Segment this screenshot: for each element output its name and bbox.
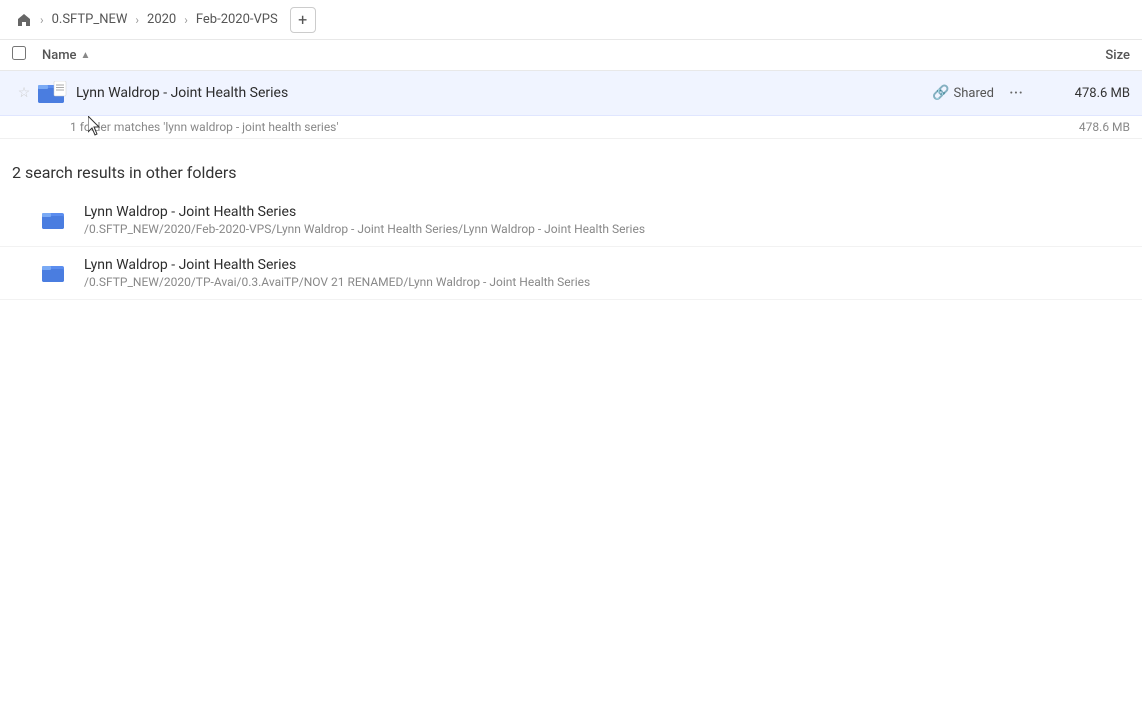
match-count-size: 478.6 MB	[1079, 120, 1130, 134]
match-count-row: 1 folder matches 'lynn waldrop - joint h…	[0, 116, 1142, 139]
size-column-header: Size	[1030, 48, 1130, 63]
other-result-row-1[interactable]: Lynn Waldrop - Joint Health Series /0.SF…	[0, 247, 1142, 300]
folder-icon	[42, 263, 66, 283]
other-folders-section-header: 2 search results in other folders	[0, 139, 1142, 194]
name-column-header[interactable]: Name ▲	[42, 48, 1030, 63]
primary-size: 478.6 MB	[1030, 86, 1130, 101]
row-actions: 🔗 Shared ···	[932, 79, 1030, 107]
primary-result-row[interactable]: ☆ Lynn Waldrop - Joint Health Series 🔗 S…	[0, 71, 1142, 116]
select-all-checkbox-container[interactable]	[12, 46, 42, 64]
shared-folder-icon	[38, 81, 68, 105]
breadcrumb-bar: › 0.SFTP_NEW › 2020 › Feb-2020-VPS +	[0, 0, 1142, 40]
more-options-button[interactable]: ···	[1002, 79, 1030, 107]
folder-icon	[42, 210, 66, 230]
link-icon: 🔗	[932, 85, 949, 101]
breadcrumb-item-2[interactable]: Feb-2020-VPS	[192, 10, 282, 29]
primary-folder-name: Lynn Waldrop - Joint Health Series	[76, 85, 288, 101]
column-header-row: Name ▲ Size	[0, 40, 1142, 71]
home-icon[interactable]	[12, 8, 36, 32]
breadcrumb-sep-2: ›	[135, 13, 139, 27]
shared-badge: 🔗 Shared	[932, 85, 994, 101]
other-folder-icon-1	[42, 263, 76, 283]
shared-label: Shared	[954, 86, 994, 101]
breadcrumb-sep-1: ›	[40, 13, 44, 27]
other-result-name-1: Lynn Waldrop - Joint Health Series	[84, 257, 1130, 273]
other-result-info-0: Lynn Waldrop - Joint Health Series /0.SF…	[76, 204, 1130, 236]
other-result-name-0: Lynn Waldrop - Joint Health Series	[84, 204, 1130, 220]
select-all-checkbox[interactable]	[12, 46, 26, 60]
folder-icon-container	[36, 81, 70, 105]
star-icon[interactable]: ☆	[12, 85, 36, 101]
sort-arrow-icon: ▲	[81, 50, 91, 61]
other-folder-icon-0	[42, 210, 76, 230]
match-count-text: 1 folder matches 'lynn waldrop - joint h…	[70, 120, 338, 134]
primary-folder-name-cell: Lynn Waldrop - Joint Health Series	[70, 85, 932, 101]
add-breadcrumb-button[interactable]: +	[290, 7, 316, 33]
breadcrumb-item-1[interactable]: 2020	[143, 10, 180, 29]
breadcrumb-sep-3: ›	[184, 13, 188, 27]
breadcrumb-item-0[interactable]: 0.SFTP_NEW	[48, 10, 132, 29]
other-result-path-0: /0.SFTP_NEW/2020/Feb-2020-VPS/Lynn Waldr…	[84, 222, 1130, 236]
other-result-row-0[interactable]: Lynn Waldrop - Joint Health Series /0.SF…	[0, 194, 1142, 247]
other-result-info-1: Lynn Waldrop - Joint Health Series /0.SF…	[76, 257, 1130, 289]
other-result-path-1: /0.SFTP_NEW/2020/TP-Avai/0.3.AvaiTP/NOV …	[84, 275, 1130, 289]
